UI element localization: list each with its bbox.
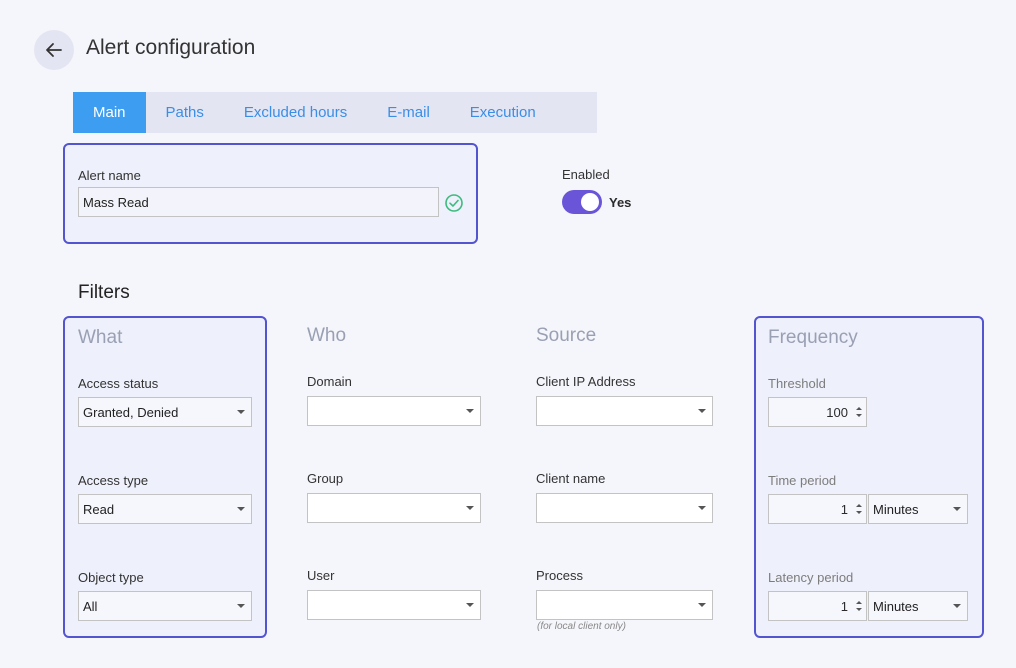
tab-paths[interactable]: Paths — [146, 92, 224, 133]
enabled-value: Yes — [609, 195, 632, 210]
what-heading: What — [78, 327, 123, 348]
access-type-select[interactable]: Read — [78, 494, 252, 524]
what-panel: What Access status Granted, Denied Acces… — [63, 316, 267, 638]
latency-period-label: Latency period — [768, 570, 854, 585]
access-status-label: Access status — [78, 376, 159, 391]
client-ip-select[interactable] — [536, 396, 713, 426]
chevron-down-icon — [466, 506, 474, 510]
chevron-down-icon — [237, 507, 245, 511]
alert-name-input[interactable]: Mass Read — [78, 187, 439, 217]
time-period-unit-select[interactable]: Minutes — [868, 494, 968, 524]
domain-label: Domain — [307, 374, 352, 389]
tab-email[interactable]: E-mail — [367, 92, 450, 133]
threshold-stepper[interactable]: 100 — [768, 397, 867, 427]
process-select[interactable] — [536, 590, 713, 620]
tab-excluded-hours[interactable]: Excluded hours — [224, 92, 367, 133]
process-label: Process — [536, 568, 583, 583]
stepper-down-icon[interactable] — [856, 414, 862, 417]
alert-name-panel: Alert name Mass Read — [63, 143, 478, 244]
threshold-label: Threshold — [768, 376, 826, 391]
arrow-left-icon — [46, 43, 62, 57]
object-type-select[interactable]: All — [78, 591, 252, 621]
time-period-label: Time period — [768, 473, 837, 488]
chevron-down-icon — [953, 604, 961, 608]
tab-bar: Main Paths Excluded hours E-mail Executi… — [73, 92, 597, 133]
chevron-down-icon — [698, 409, 706, 413]
check-circle-icon — [445, 194, 463, 212]
chevron-down-icon — [237, 604, 245, 608]
chevron-down-icon — [466, 409, 474, 413]
who-heading: Who — [307, 325, 347, 346]
frequency-panel: Frequency Threshold 100 Time period 1 Mi… — [754, 316, 984, 638]
stepper-up-icon[interactable] — [856, 407, 862, 410]
chevron-down-icon — [953, 507, 961, 511]
object-type-label: Object type — [78, 570, 144, 585]
group-label: Group — [307, 471, 344, 486]
filters-title: Filters — [78, 282, 130, 303]
tab-main[interactable]: Main — [73, 92, 146, 133]
alert-name-label: Alert name — [78, 168, 141, 183]
group-select[interactable] — [307, 493, 481, 523]
user-label: User — [307, 568, 335, 583]
domain-select[interactable] — [307, 396, 481, 426]
tab-execution[interactable]: Execution — [450, 92, 556, 133]
alert-name-value: Mass Read — [83, 194, 149, 210]
enabled-toggle[interactable] — [562, 190, 602, 214]
latency-period-stepper[interactable]: 1 — [768, 591, 867, 621]
stepper-down-icon[interactable] — [856, 608, 862, 611]
stepper-up-icon[interactable] — [856, 504, 862, 507]
frequency-heading: Frequency — [768, 327, 858, 348]
stepper-down-icon[interactable] — [856, 511, 862, 514]
time-period-stepper[interactable]: 1 — [768, 494, 867, 524]
latency-period-unit-select[interactable]: Minutes — [868, 591, 968, 621]
access-type-label: Access type — [78, 473, 149, 488]
stepper-up-icon[interactable] — [856, 601, 862, 604]
chevron-down-icon — [698, 506, 706, 510]
process-note: (for local client only) — [537, 621, 626, 632]
access-status-select[interactable]: Granted, Denied — [78, 397, 252, 427]
chevron-down-icon — [237, 410, 245, 414]
toggle-knob — [581, 193, 599, 211]
user-select[interactable] — [307, 590, 481, 620]
back-button[interactable] — [34, 30, 74, 70]
chevron-down-icon — [466, 603, 474, 607]
client-ip-label: Client IP Address — [536, 374, 636, 389]
chevron-down-icon — [698, 603, 706, 607]
page-title: Alert configuration — [86, 36, 256, 59]
enabled-label: Enabled — [562, 167, 610, 182]
client-name-select[interactable] — [536, 493, 713, 523]
client-name-label: Client name — [536, 471, 606, 486]
source-heading: Source — [536, 325, 597, 346]
